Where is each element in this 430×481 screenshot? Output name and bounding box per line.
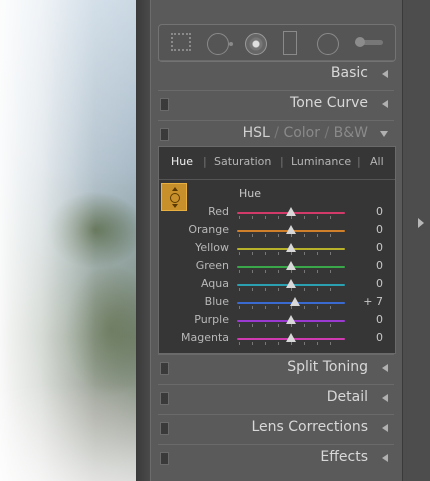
collapse-left-icon <box>382 70 388 78</box>
slider-thumb[interactable] <box>286 279 296 288</box>
section-detail[interactable]: Detail <box>158 384 394 411</box>
slider-ticks <box>239 270 343 273</box>
hsl-mode-color[interactable]: Color <box>283 125 320 141</box>
slider-value[interactable]: 0 <box>376 241 383 254</box>
slider-value[interactable]: 0 <box>376 331 383 344</box>
expand-right-arrow-icon[interactable] <box>418 218 424 228</box>
slider-row-purple: Purple 0 <box>159 311 395 329</box>
slider-label: Purple <box>194 313 229 326</box>
section-basic-title: Basic <box>330 65 368 81</box>
slider-ticks <box>239 234 343 237</box>
tab-separator: | <box>280 155 284 168</box>
section-effects-title: Effects <box>320 449 368 465</box>
tab-hue[interactable]: Hue <box>171 155 193 168</box>
collapse-left-icon <box>382 454 388 462</box>
slider-ticks <box>239 252 343 255</box>
hsl-mode-bw[interactable]: B&W <box>334 125 368 141</box>
tab-luminance[interactable]: Luminance <box>291 155 351 168</box>
panel-toggle-switch[interactable] <box>160 452 169 465</box>
slider-thumb[interactable] <box>289 297 300 306</box>
slider-label: Yellow <box>195 241 229 254</box>
slider-thumb[interactable] <box>286 225 296 234</box>
panel-toggle-switch[interactable] <box>160 128 169 141</box>
section-hsl[interactable]: HSL / Color / B&W <box>158 120 394 147</box>
hsl-separator: / <box>324 125 330 141</box>
slider-row-yellow: Yellow 0 <box>159 239 395 257</box>
section-tone-curve[interactable]: Tone Curve <box>158 90 394 117</box>
slider-ticks <box>239 324 343 327</box>
slider-row-green: Green 0 <box>159 257 395 275</box>
hsl-panel-body: Hue | Saturation | Luminance | All Hue R… <box>158 146 396 354</box>
slider-thumb[interactable] <box>286 333 296 342</box>
tab-separator: | <box>357 155 361 168</box>
adjustment-brush-knob-icon <box>355 37 365 47</box>
slider-row-aqua: Aqua 0 <box>159 275 395 293</box>
spot-removal-icon[interactable] <box>207 33 229 55</box>
graduated-filter-icon[interactable] <box>283 31 297 55</box>
collapse-down-icon <box>380 131 388 137</box>
slider-row-orange: Orange 0 <box>159 221 395 239</box>
tool-strip <box>158 24 396 62</box>
slider-value[interactable]: 0 <box>376 277 383 290</box>
panel-toggle-switch[interactable] <box>160 392 169 405</box>
slider-ticks <box>239 288 343 291</box>
slider-label: Red <box>208 205 229 218</box>
slider-row-red: Red 0 <box>159 203 395 221</box>
panel-toggle-switch[interactable] <box>160 362 169 375</box>
slider-label: Orange <box>188 223 229 236</box>
panel-toggle-switch[interactable] <box>160 98 169 111</box>
section-effects[interactable]: Effects <box>158 444 394 471</box>
section-lens-corrections[interactable]: Lens Corrections <box>158 414 394 441</box>
tab-divider <box>159 179 395 180</box>
slider-ticks <box>239 342 343 345</box>
section-basic[interactable]: Basic <box>158 60 394 87</box>
slider-row-blue: Blue + 7 <box>159 293 395 311</box>
right-edge-strip[interactable] <box>402 0 430 481</box>
slider-label: Magenta <box>180 331 229 344</box>
slider-thumb[interactable] <box>286 315 296 324</box>
crop-overlay-icon[interactable] <box>171 33 191 51</box>
slider-label: Aqua <box>200 277 229 290</box>
section-detail-title: Detail <box>326 389 368 405</box>
slider-value[interactable]: 0 <box>376 223 383 236</box>
red-eye-icon[interactable] <box>245 33 267 55</box>
slider-value[interactable]: 0 <box>376 205 383 218</box>
collapse-left-icon <box>382 100 388 108</box>
hsl-separator: / <box>274 125 279 141</box>
collapse-left-icon <box>382 424 388 432</box>
section-split-toning[interactable]: Split Toning <box>158 354 394 381</box>
photo-vignette-bottom <box>0 0 136 481</box>
hsl-tabs: Hue | Saturation | Luminance | All <box>159 153 395 171</box>
slider-group-label: Hue <box>239 187 262 200</box>
slider-row-magenta: Magenta 0 <box>159 329 395 347</box>
collapse-left-icon <box>382 394 388 402</box>
slider-value[interactable]: 0 <box>376 259 383 272</box>
hsl-header: HSL / Color / B&W <box>243 125 368 141</box>
panel-gutter <box>136 0 150 481</box>
section-tone-curve-title: Tone Curve <box>290 95 368 111</box>
radial-filter-icon[interactable] <box>317 33 339 55</box>
slider-ticks <box>239 216 343 219</box>
hsl-mode-hsl[interactable]: HSL <box>243 125 270 141</box>
tab-all[interactable]: All <box>370 155 384 168</box>
spot-removal-handle-icon <box>229 42 233 46</box>
slider-thumb[interactable] <box>286 207 296 216</box>
target-ring-icon <box>170 193 180 203</box>
panel-toggle-switch[interactable] <box>160 422 169 435</box>
slider-value[interactable]: 0 <box>376 313 383 326</box>
tab-separator: | <box>203 155 207 168</box>
section-lens-corrections-title: Lens Corrections <box>251 419 368 435</box>
tab-saturation[interactable]: Saturation <box>214 155 271 168</box>
slider-label: Green <box>195 259 229 272</box>
target-up-arrow-icon <box>172 187 178 191</box>
section-split-toning-title: Split Toning <box>287 359 368 375</box>
slider-value[interactable]: + 7 <box>363 295 383 308</box>
slider-label: Blue <box>204 295 229 308</box>
slider-ticks <box>239 306 343 309</box>
slider-thumb[interactable] <box>286 243 296 252</box>
collapse-left-icon <box>382 364 388 372</box>
slider-thumb[interactable] <box>286 261 296 270</box>
